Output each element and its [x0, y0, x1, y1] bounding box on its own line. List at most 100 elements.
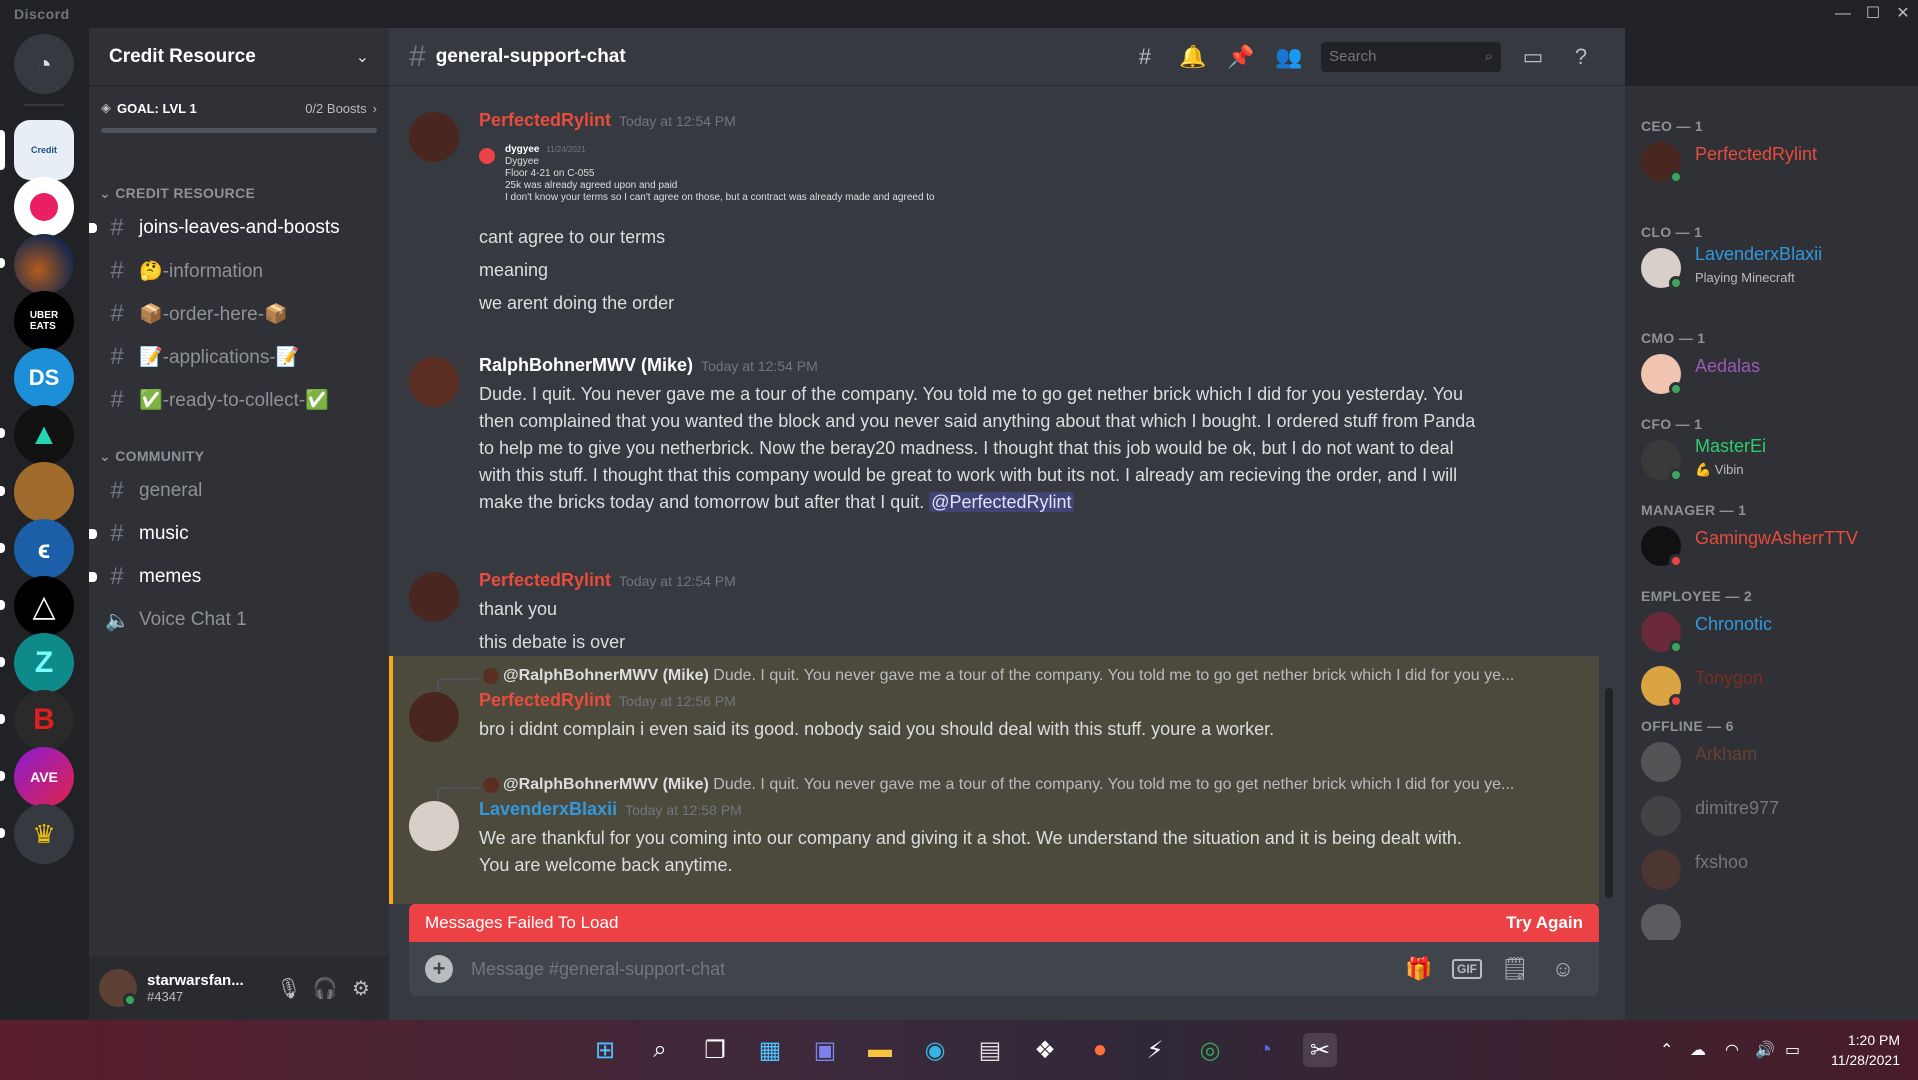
- volume-icon[interactable]: 🔊: [1755, 1040, 1775, 1060]
- member-item[interactable]: Tonygon: [1641, 662, 1911, 708]
- member-item[interactable]: dimitre977: [1641, 792, 1911, 838]
- server-panda[interactable]: [14, 177, 74, 237]
- avatar[interactable]: [409, 112, 459, 162]
- channel-joins-leaves-and-boosts[interactable]: # joins-leaves-and-boosts: [89, 210, 377, 246]
- channel-memes[interactable]: # memes: [89, 559, 377, 595]
- emoji-icon[interactable]: ☺: [1543, 949, 1583, 989]
- system-clock[interactable]: 1:20 PM 11/28/2021: [1831, 1030, 1900, 1070]
- microphone-icon[interactable]: 🎙: [271, 970, 307, 1006]
- channel-ready-to-collect[interactable]: # ✅-ready-to-collect-✅: [105, 382, 377, 418]
- maximize-button[interactable]: ☐: [1858, 2, 1888, 26]
- boost-goal[interactable]: ◈ GOAL: LVL 1 0/2 Boosts ›: [89, 86, 389, 122]
- server-face[interactable]: [14, 462, 74, 522]
- add-attachment-icon[interactable]: +: [425, 955, 453, 983]
- bell-icon[interactable]: 🔔: [1169, 37, 1217, 77]
- battery-icon[interactable]: ▭: [1785, 1040, 1800, 1060]
- chrome-icon[interactable]: ◎: [1193, 1033, 1227, 1067]
- message-author[interactable]: PerfectedRylint Today at 12:56 PM: [479, 690, 736, 711]
- lightning-app-icon[interactable]: ⚡: [1138, 1033, 1172, 1067]
- teams-chat-icon[interactable]: ▣: [808, 1033, 842, 1067]
- server-triangle[interactable]: △: [14, 576, 74, 636]
- category-credit-resource[interactable]: ⌄ CREDIT RESOURCE: [99, 185, 255, 202]
- hash-icon: #: [110, 520, 124, 547]
- role-header: MANAGER — 1: [1641, 502, 1747, 518]
- user-mention[interactable]: @PerfectedRylint: [929, 492, 1074, 512]
- server-z[interactable]: Z: [14, 633, 74, 693]
- gif-button[interactable]: GIF: [1447, 949, 1487, 989]
- message-text: make the bricks today and tomorrow but a…: [479, 492, 1074, 512]
- reply-preview[interactable]: @RalphBohnerMWV (Mike) Dude. I quit. You…: [483, 776, 1514, 794]
- help-icon[interactable]: ?: [1557, 37, 1605, 77]
- edge-icon[interactable]: ◉: [918, 1033, 952, 1067]
- member-item[interactable]: LavenderxBlaxii Playing Minecraft: [1641, 244, 1911, 290]
- snipping-tool-icon[interactable]: ✂: [1303, 1033, 1337, 1067]
- channel-voice-chat-1[interactable]: 🔈 Voice Chat 1: [105, 602, 377, 638]
- channel-information[interactable]: # 🤔-information: [105, 253, 377, 289]
- firefox-icon[interactable]: ●: [1083, 1033, 1117, 1067]
- reply-preview[interactable]: @RalphBohnerMWV (Mike) Dude. I quit. You…: [483, 667, 1514, 685]
- guild-header[interactable]: Credit Resource ⌄: [89, 28, 389, 86]
- threads-icon[interactable]: #: [1121, 37, 1169, 77]
- pin-icon[interactable]: 📌: [1217, 37, 1265, 77]
- avatar[interactable]: [409, 357, 459, 407]
- start-windows-icon[interactable]: ⊞: [588, 1033, 622, 1067]
- member-item[interactable]: Aedalas: [1641, 350, 1911, 396]
- members-icon[interactable]: 👥: [1265, 37, 1313, 77]
- member-item[interactable]: PerfectedRylint: [1641, 138, 1911, 184]
- unread-pill: [0, 258, 5, 268]
- member-item[interactable]: GamingwAsherrTTV: [1641, 522, 1911, 568]
- member-item[interactable]: MasterEi 💪 Vibin: [1641, 436, 1911, 482]
- inbox-icon[interactable]: ▭: [1509, 37, 1557, 77]
- role-header: OFFLINE — 6: [1641, 718, 1734, 734]
- server-ds[interactable]: DS: [14, 348, 74, 408]
- dropbox-icon[interactable]: ❖: [1028, 1033, 1062, 1067]
- avatar[interactable]: [409, 801, 459, 851]
- server-ave[interactable]: AVE: [14, 747, 74, 807]
- home-discord-icon[interactable]: ◔: [14, 34, 74, 94]
- headphones-icon[interactable]: 🎧: [307, 970, 343, 1006]
- discord-taskbar-icon[interactable]: ◔: [1248, 1033, 1282, 1067]
- scrollbar[interactable]: [1605, 688, 1613, 898]
- message-input[interactable]: Message #general-support-chat: [471, 959, 1391, 980]
- category-community[interactable]: ⌄ COMMUNITY: [99, 448, 204, 465]
- server-credit-resource[interactable]: Credit: [14, 120, 74, 180]
- onedrive-icon[interactable]: ☁: [1690, 1040, 1706, 1060]
- message-author[interactable]: PerfectedRylint Today at 12:54 PM: [479, 110, 736, 131]
- message-author[interactable]: LavenderxBlaxii Today at 12:58 PM: [479, 799, 742, 820]
- gift-icon[interactable]: 🎁: [1399, 949, 1439, 989]
- server-apex[interactable]: ▲: [14, 405, 74, 465]
- member-item[interactable]: [1641, 900, 1911, 940]
- task-view-icon[interactable]: ❐: [698, 1033, 732, 1067]
- server-crown[interactable]: ♛: [14, 804, 74, 864]
- wifi-icon[interactable]: ◠: [1725, 1040, 1739, 1060]
- channel-general[interactable]: # general: [105, 473, 377, 509]
- server-b[interactable]: B: [14, 690, 74, 750]
- chevron-down-icon[interactable]: ⌄: [356, 47, 369, 67]
- speaker-icon: 🔈: [105, 609, 130, 632]
- sticker-icon[interactable]: 🗒: [1495, 949, 1535, 989]
- member-item[interactable]: Chronotic: [1641, 608, 1911, 654]
- avatar[interactable]: [409, 572, 459, 622]
- member-item[interactable]: fxshoo: [1641, 846, 1911, 892]
- message-author[interactable]: RalphBohnerMWV (Mike) Today at 12:54 PM: [479, 355, 818, 376]
- store-icon[interactable]: ▤: [973, 1033, 1007, 1067]
- server-uber-eats[interactable]: UBER EATS: [14, 291, 74, 351]
- widgets-icon[interactable]: ▦: [753, 1033, 787, 1067]
- show-hidden-icons-icon[interactable]: ⌃: [1660, 1040, 1673, 1060]
- try-again-button[interactable]: Try Again: [1506, 913, 1583, 933]
- settings-gear-icon[interactable]: ⚙: [343, 970, 379, 1006]
- message-author[interactable]: PerfectedRylint Today at 12:54 PM: [479, 570, 736, 591]
- channel-applications[interactable]: # 📝-applications-📝: [105, 339, 377, 375]
- minimize-button[interactable]: —: [1828, 2, 1858, 26]
- close-button[interactable]: ✕: [1888, 2, 1918, 26]
- channel-order-here[interactable]: # 📦-order-here-📦: [105, 296, 377, 332]
- file-explorer-icon[interactable]: ▬: [863, 1033, 897, 1067]
- server-e[interactable]: ϵ: [14, 519, 74, 579]
- server-night[interactable]: [14, 234, 74, 294]
- avatar[interactable]: [99, 969, 137, 1007]
- channel-music[interactable]: # music: [89, 516, 377, 552]
- avatar[interactable]: [409, 692, 459, 742]
- search-input[interactable]: Search ⌕: [1321, 41, 1501, 72]
- member-item[interactable]: Arkham: [1641, 738, 1911, 784]
- search-icon[interactable]: ⌕: [643, 1033, 677, 1067]
